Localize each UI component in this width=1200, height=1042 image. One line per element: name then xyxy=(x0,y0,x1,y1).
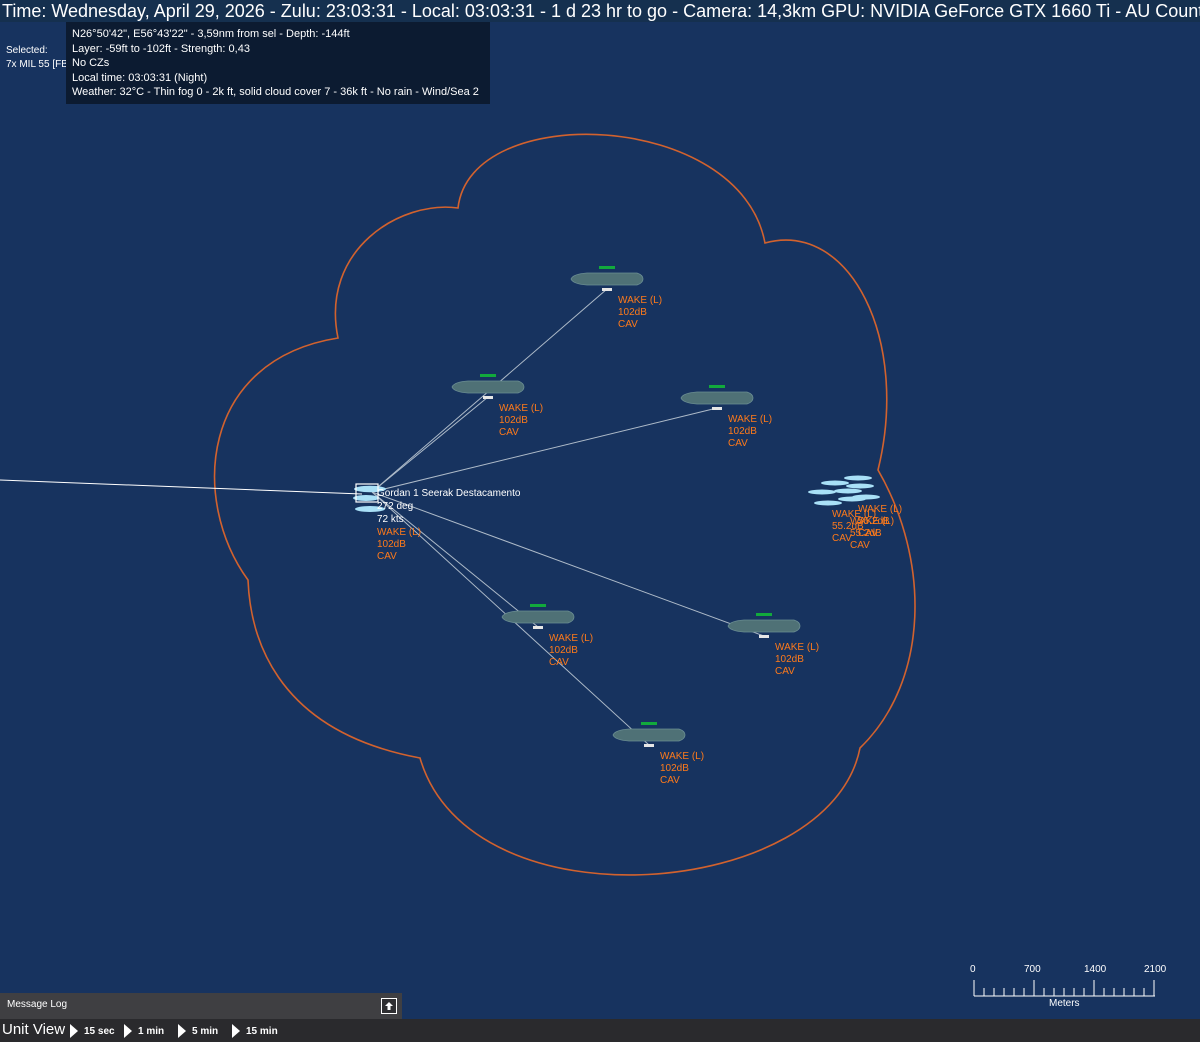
unit-contact-type: WAKE (L) xyxy=(377,527,421,538)
cluster-unit[interactable] xyxy=(834,488,862,494)
message-log-bar: Message Log xyxy=(0,993,402,1019)
ship-hull xyxy=(680,391,754,405)
ship-hull xyxy=(451,380,525,394)
cluster-unit[interactable] xyxy=(844,475,872,481)
tactical-map[interactable]: WAKE (L)102dBCAVWAKE (L)102dBCAVWAKE (L)… xyxy=(0,0,1200,1042)
ship-hull xyxy=(612,728,686,742)
cursor-position: N26°50'42", E56°43'22" - 3,59nm from sel… xyxy=(72,28,350,40)
contact-label: CAV xyxy=(775,666,795,677)
contact-label: 102dB xyxy=(775,654,804,665)
weather-info: Weather: 32°C - Thin fog 0 - 2k ft, soli… xyxy=(72,86,479,99)
unit-contact-class: CAV xyxy=(377,551,397,562)
cluster-contact-label: WAKE (L) xyxy=(858,504,902,515)
ship-marker xyxy=(602,288,612,291)
cursor-info-panel: N26°50'42", E56°43'22" - 3,59nm from sel… xyxy=(66,22,490,104)
friendly-health-bar xyxy=(599,266,615,269)
friendly-health-bar xyxy=(641,722,657,725)
layer-info: Layer: -59ft to -102ft - Strength: 0,43 xyxy=(72,42,250,55)
ship-hull xyxy=(570,272,644,286)
unit-heading-label: 272 deg xyxy=(377,501,413,512)
scale-unit-label: Meters xyxy=(1049,998,1080,1009)
play-icon xyxy=(70,1024,78,1038)
arrow-up-icon[interactable] xyxy=(381,998,397,1014)
unit-name-label: Gordan 1 Seerak Destacamento xyxy=(377,488,521,499)
time-15min-button[interactable]: 15 min xyxy=(232,1021,278,1041)
ship-marker xyxy=(644,744,654,747)
ship-marker xyxy=(759,635,769,638)
contact-label: WAKE (L) xyxy=(728,414,772,425)
play-icon xyxy=(124,1024,132,1038)
cluster-contact-label: CAV xyxy=(850,540,870,551)
friendly-health-bar xyxy=(530,604,546,607)
time-1min-button[interactable]: 1 min xyxy=(124,1021,164,1041)
contact-label: WAKE (L) xyxy=(775,642,819,653)
contact-label: 102dB xyxy=(618,307,647,318)
contact-label: CAV xyxy=(618,319,638,330)
ship-marker xyxy=(712,407,722,410)
unit-speed-label: 72 kts xyxy=(377,514,404,525)
contact-label: CAV xyxy=(728,438,748,449)
play-icon xyxy=(178,1024,186,1038)
cluster-unit[interactable] xyxy=(814,500,842,506)
contact-label: CAV xyxy=(499,427,519,438)
cluster-unit[interactable] xyxy=(821,480,849,486)
ship-marker xyxy=(483,396,493,399)
ship-marker xyxy=(533,626,543,629)
selected-label: Selected: xyxy=(6,45,48,56)
cz-info: No CZs xyxy=(72,57,110,70)
contact-label: WAKE (L) xyxy=(499,403,543,414)
cluster-unit[interactable] xyxy=(838,496,866,502)
contact-label: 102dB xyxy=(549,645,578,656)
cluster-contact-label: 55.2dB xyxy=(858,516,890,527)
contact-label: 102dB xyxy=(660,763,689,774)
contact-label: 102dB xyxy=(499,415,528,426)
scale-bar: 0 700 1400 2100 Meters xyxy=(965,962,1166,1012)
local-time: Local time: 03:03:31 (Night) xyxy=(72,71,208,84)
ship-hull xyxy=(501,610,575,624)
unit-contact-level: 102dB xyxy=(377,539,406,550)
cluster-contact-label: CAV xyxy=(858,528,878,539)
contact-label: 102dB xyxy=(728,426,757,437)
scale-ruler xyxy=(973,980,1155,997)
time-15sec-button[interactable]: 15 sec xyxy=(70,1021,115,1041)
friendly-health-bar xyxy=(709,385,725,388)
contact-label: CAV xyxy=(660,775,680,786)
time-control-bar: Unit View 15 sec 1 min 5 min 15 min xyxy=(0,1019,1200,1042)
contact-label: WAKE (L) xyxy=(618,295,662,306)
unit-view-button[interactable]: Unit View xyxy=(2,1021,65,1038)
contact-label: WAKE (L) xyxy=(660,751,704,762)
ship-hull xyxy=(727,619,801,633)
cluster-unit[interactable] xyxy=(846,483,874,489)
contact-label: CAV xyxy=(549,657,569,668)
time-5min-button[interactable]: 5 min xyxy=(178,1021,218,1041)
message-log-label: Message Log xyxy=(7,999,68,1010)
contact-label: WAKE (L) xyxy=(549,633,593,644)
play-icon xyxy=(232,1024,240,1038)
friendly-health-bar xyxy=(756,613,772,616)
friendly-health-bar xyxy=(480,374,496,377)
cluster-unit[interactable] xyxy=(808,489,836,495)
status-bar: Time: Wednesday, April 29, 2026 - Zulu: … xyxy=(0,0,1200,22)
